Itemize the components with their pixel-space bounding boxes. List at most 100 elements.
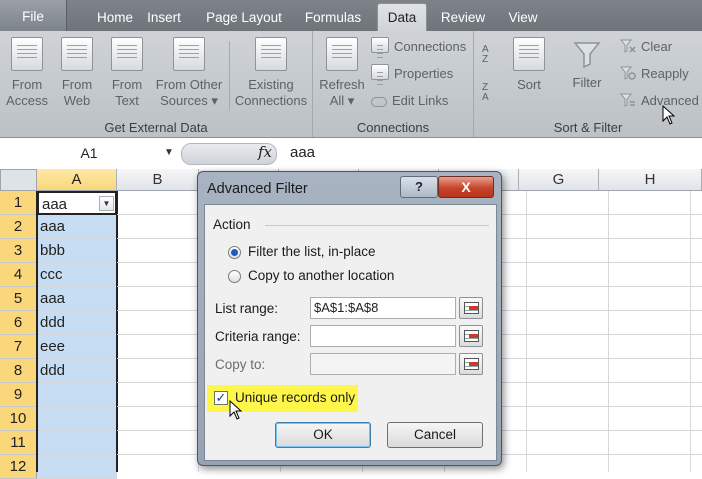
group-label-connections: Connections — [356, 120, 430, 135]
criteria-range-input[interactable] — [310, 325, 456, 347]
tab-page-layout[interactable]: Page Layout — [200, 7, 288, 31]
connections-button[interactable]: Connections — [371, 37, 466, 59]
filter-in-place-label[interactable]: Filter the list, in-place — [248, 244, 376, 259]
sort-button[interactable]: Sort — [510, 37, 548, 93]
cancel-button[interactable]: Cancel — [387, 422, 483, 448]
sort-icon — [513, 37, 545, 71]
from-other-sources-button[interactable]: From Other Sources ▾ — [152, 37, 226, 109]
unique-records-label[interactable]: Unique records only — [235, 390, 355, 405]
copy-to-input[interactable] — [310, 353, 456, 375]
properties-button[interactable]: Properties — [371, 64, 453, 86]
access-icon — [11, 37, 43, 71]
filter-dropdown-icon[interactable]: ▼ — [99, 196, 114, 211]
tab-review[interactable]: Review — [434, 7, 492, 31]
ok-button[interactable]: OK — [275, 422, 371, 448]
from-text-button[interactable]: From Text — [104, 37, 150, 109]
formula-input[interactable]: aaa — [290, 142, 315, 164]
action-frame-line — [265, 225, 489, 226]
existing-connections-button[interactable]: Existing Connections — [232, 37, 310, 109]
refresh-all-button[interactable]: Refresh All ▾ — [317, 37, 367, 109]
row-header-1[interactable]: 1 — [0, 191, 37, 215]
column-header-a[interactable]: A — [37, 169, 117, 191]
refresh-all-label-2: All ▾ — [329, 93, 355, 108]
existing-connections-icon — [255, 37, 287, 71]
cell-a3[interactable]: bbb — [37, 239, 117, 263]
row-header-9[interactable]: 9 — [0, 383, 37, 407]
formula-bar: A1 ▼ fx aaa — [0, 138, 702, 170]
row-header-8[interactable]: 8 — [0, 359, 37, 383]
reapply-button[interactable]: Reapply — [619, 64, 689, 84]
column-header-g[interactable]: G — [519, 169, 599, 191]
tab-insert[interactable]: Insert — [134, 7, 194, 31]
from-text-label-2: Text — [115, 93, 139, 108]
cell-a6[interactable]: ddd — [37, 311, 117, 335]
from-access-label-1: From — [11, 77, 43, 92]
cell-a12[interactable] — [37, 455, 117, 479]
connections-icon — [371, 37, 389, 59]
cell-a9[interactable] — [37, 383, 117, 407]
range-select-icon-mark — [469, 306, 478, 310]
unique-records-checkbox[interactable]: ✓ — [214, 391, 228, 405]
cell-a1[interactable]: aaa ▼ — [37, 191, 117, 215]
tab-formulas[interactable]: Formulas — [298, 7, 368, 31]
close-button[interactable]: X — [438, 176, 494, 198]
link-icon — [371, 97, 387, 107]
radio-filter-in-place[interactable] — [228, 246, 241, 259]
filter-label: Filter — [572, 75, 602, 90]
sort-z-to-a-icon[interactable]: ZA — [482, 83, 498, 105]
sort-a-to-z-icon[interactable]: AZ — [482, 45, 498, 67]
row-header-5[interactable]: 5 — [0, 287, 37, 311]
list-range-label: List range: — [215, 301, 279, 316]
clear-filter-icon — [619, 39, 636, 53]
ribbon: From Access From Web From Text From Othe… — [0, 31, 702, 138]
clear-button[interactable]: Clear — [619, 37, 672, 57]
tab-file[interactable]: File — [0, 0, 67, 31]
from-web-button[interactable]: From Web — [54, 37, 100, 109]
from-access-button[interactable]: From Access — [4, 37, 50, 109]
filter-button[interactable]: Filter — [566, 37, 608, 91]
advanced-filter-icon — [619, 93, 636, 107]
row-header-7[interactable]: 7 — [0, 335, 37, 359]
name-box[interactable]: A1 — [0, 142, 178, 164]
row-header-12[interactable]: 12 — [0, 455, 37, 479]
criteria-range-collapse-button[interactable] — [459, 325, 483, 347]
edit-links-button[interactable]: Edit Links — [371, 91, 448, 111]
edit-links-label: Edit Links — [392, 93, 449, 108]
from-access-label-2: Access — [6, 93, 48, 108]
list-range-input[interactable]: $A$1:$A$8 — [310, 297, 456, 319]
tab-data[interactable]: Data — [377, 3, 427, 32]
funnel-icon — [572, 37, 602, 69]
existing-connections-label-1: Existing — [248, 77, 294, 92]
row-header-2[interactable]: 2 — [0, 215, 37, 239]
text-file-icon — [111, 37, 143, 71]
row-header-3[interactable]: 3 — [0, 239, 37, 263]
column-header-h[interactable]: H — [599, 169, 702, 191]
tab-view[interactable]: View — [498, 7, 548, 31]
cell-a11[interactable] — [37, 431, 117, 455]
row-header-4[interactable]: 4 — [0, 263, 37, 287]
list-range-collapse-button[interactable] — [459, 297, 483, 319]
function-icon[interactable]: fx — [258, 143, 272, 161]
cell-a7[interactable]: eee — [37, 335, 117, 359]
column-header-b[interactable]: B — [117, 169, 199, 191]
existing-connections-label-2: Connections — [234, 93, 308, 108]
row-header-6[interactable]: 6 — [0, 311, 37, 335]
cell-a4[interactable]: ccc — [37, 263, 117, 287]
copy-to-location-label[interactable]: Copy to another location — [248, 268, 394, 283]
cell-a10[interactable] — [37, 407, 117, 431]
cell-a8[interactable]: ddd — [37, 359, 117, 383]
row-header-11[interactable]: 11 — [0, 431, 37, 455]
cell-a5[interactable]: aaa — [37, 287, 117, 311]
range-select-icon-mark — [469, 362, 478, 366]
select-all-corner[interactable] — [0, 169, 37, 191]
other-sources-icon — [173, 37, 205, 71]
advanced-button[interactable]: Advanced — [619, 91, 699, 111]
help-button[interactable]: ? — [400, 176, 438, 198]
cell-a2[interactable]: aaa — [37, 215, 117, 239]
chevron-down-icon[interactable]: ▼ — [164, 142, 174, 164]
group-sort-filter: AZ ZA Sort Filter Clear Reapply Advanced — [474, 31, 702, 137]
refresh-all-label-1: Refresh — [319, 77, 365, 92]
row-header-10[interactable]: 10 — [0, 407, 37, 431]
copy-to-collapse-button[interactable] — [459, 353, 483, 375]
radio-copy-to-location[interactable] — [228, 270, 241, 283]
